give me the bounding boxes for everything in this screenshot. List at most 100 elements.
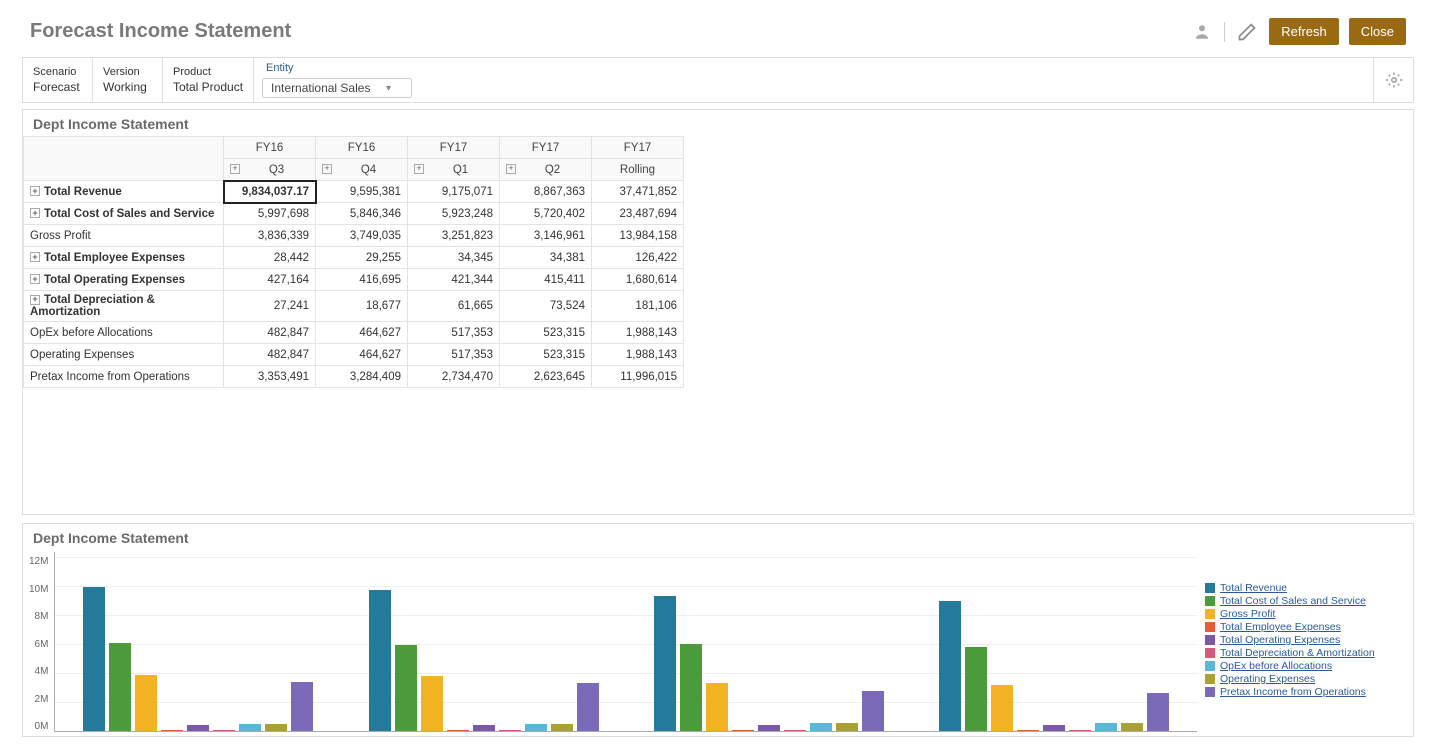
legend-item[interactable]: Gross Profit	[1205, 608, 1403, 620]
chart-bar[interactable]	[395, 645, 417, 731]
chart-bar[interactable]	[213, 730, 235, 731]
legend-item[interactable]: Total Revenue	[1205, 582, 1403, 594]
legend-label[interactable]: Total Employee Expenses	[1220, 621, 1341, 633]
data-cell[interactable]: 3,749,035	[316, 225, 408, 247]
data-cell[interactable]: 482,847	[224, 344, 316, 366]
data-cell[interactable]: 13,984,158	[592, 225, 684, 247]
chart-bar[interactable]	[135, 675, 157, 731]
chart-bar[interactable]	[291, 682, 313, 731]
chart-bar[interactable]	[187, 725, 209, 731]
chart-bar[interactable]	[577, 683, 599, 731]
chart-bar[interactable]	[1017, 730, 1039, 731]
legend-label[interactable]: Operating Expenses	[1220, 673, 1315, 685]
data-cell[interactable]: 9,595,381	[316, 181, 408, 203]
data-cell[interactable]: 523,315	[500, 322, 592, 344]
data-cell[interactable]: 34,345	[408, 247, 500, 269]
chart-bar[interactable]	[1147, 693, 1169, 731]
data-cell[interactable]: 2,623,645	[500, 366, 592, 388]
data-cell[interactable]: 73,524	[500, 291, 592, 322]
data-cell[interactable]: 126,422	[592, 247, 684, 269]
data-cell[interactable]: 181,106	[592, 291, 684, 322]
row-header[interactable]: Gross Profit	[24, 225, 224, 247]
refresh-button[interactable]: Refresh	[1269, 18, 1339, 45]
expand-icon[interactable]: +	[322, 164, 332, 174]
chart-bar[interactable]	[991, 685, 1013, 731]
chart-bar[interactable]	[836, 723, 858, 731]
close-button[interactable]: Close	[1349, 18, 1406, 45]
data-cell[interactable]: 3,284,409	[316, 366, 408, 388]
legend-label[interactable]: Total Depreciation & Amortization	[1220, 647, 1375, 659]
edit-icon[interactable]	[1235, 20, 1259, 44]
data-cell[interactable]: 464,627	[316, 322, 408, 344]
legend-label[interactable]: Total Operating Expenses	[1220, 634, 1340, 646]
data-cell[interactable]: 34,381	[500, 247, 592, 269]
row-header[interactable]: Operating Expenses	[24, 344, 224, 366]
chart-bar[interactable]	[1121, 723, 1143, 731]
chart-bar[interactable]	[369, 590, 391, 731]
data-cell[interactable]: 517,353	[408, 322, 500, 344]
row-header[interactable]: +Total Cost of Sales and Service	[24, 203, 224, 225]
data-cell[interactable]: 415,411	[500, 269, 592, 291]
chart-bar[interactable]	[654, 596, 676, 731]
data-cell[interactable]: 11,996,015	[592, 366, 684, 388]
row-header[interactable]: +Total Depreciation & Amortization	[24, 291, 224, 322]
row-header[interactable]: +Total Revenue	[24, 181, 224, 203]
data-cell[interactable]: 28,442	[224, 247, 316, 269]
data-cell[interactable]: 5,846,346	[316, 203, 408, 225]
data-cell[interactable]: 61,665	[408, 291, 500, 322]
data-cell[interactable]: 9,834,037.17	[224, 181, 316, 203]
chart-bar[interactable]	[473, 725, 495, 731]
legend-item[interactable]: Total Employee Expenses	[1205, 621, 1403, 633]
chart-bar[interactable]	[421, 676, 443, 731]
chart-bar[interactable]	[1095, 723, 1117, 731]
chart-bar[interactable]	[109, 643, 131, 731]
expand-icon[interactable]: +	[30, 186, 40, 196]
legend-label[interactable]: Total Revenue	[1220, 582, 1287, 594]
chart-bar[interactable]	[706, 683, 728, 731]
expand-icon[interactable]: +	[30, 274, 40, 284]
settings-gear-icon[interactable]	[1373, 58, 1413, 102]
legend-label[interactable]: OpEx before Allocations	[1220, 660, 1332, 672]
expand-icon[interactable]: +	[230, 164, 240, 174]
chart-bar[interactable]	[732, 730, 754, 731]
data-cell[interactable]: 416,695	[316, 269, 408, 291]
column-header-period[interactable]: +Q2	[500, 159, 592, 181]
data-cell[interactable]: 523,315	[500, 344, 592, 366]
data-cell[interactable]: 517,353	[408, 344, 500, 366]
data-cell[interactable]: 5,923,248	[408, 203, 500, 225]
chart-bar[interactable]	[83, 587, 105, 731]
chart-bar[interactable]	[525, 724, 547, 731]
data-cell[interactable]: 427,164	[224, 269, 316, 291]
entity-select[interactable]: International Sales ▾	[262, 78, 412, 98]
data-cell[interactable]: 9,175,071	[408, 181, 500, 203]
data-cell[interactable]: 2,734,470	[408, 366, 500, 388]
chart-bar[interactable]	[239, 724, 261, 731]
chart-bar[interactable]	[862, 691, 884, 731]
data-cell[interactable]: 29,255	[316, 247, 408, 269]
data-cell[interactable]: 27,241	[224, 291, 316, 322]
expand-icon[interactable]: +	[30, 295, 40, 305]
data-cell[interactable]: 5,720,402	[500, 203, 592, 225]
expand-icon[interactable]: +	[506, 164, 516, 174]
legend-label[interactable]: Total Cost of Sales and Service	[1220, 595, 1366, 607]
legend-label[interactable]: Pretax Income from Operations	[1220, 686, 1366, 698]
legend-item[interactable]: Total Cost of Sales and Service	[1205, 595, 1403, 607]
column-header-period[interactable]: +Q3	[224, 159, 316, 181]
chart-bar[interactable]	[784, 730, 806, 731]
data-cell[interactable]: 37,471,852	[592, 181, 684, 203]
data-cell[interactable]: 421,344	[408, 269, 500, 291]
data-cell[interactable]: 3,146,961	[500, 225, 592, 247]
data-cell[interactable]: 3,251,823	[408, 225, 500, 247]
chart-bar[interactable]	[551, 724, 573, 731]
column-header-period[interactable]: +Q1	[408, 159, 500, 181]
chart-bar[interactable]	[939, 601, 961, 731]
data-cell[interactable]: 5,997,698	[224, 203, 316, 225]
data-cell[interactable]: 3,353,491	[224, 366, 316, 388]
data-cell[interactable]: 8,867,363	[500, 181, 592, 203]
chart-plot-area[interactable]	[54, 552, 1197, 732]
column-header-period[interactable]: +Q4	[316, 159, 408, 181]
legend-item[interactable]: Total Operating Expenses	[1205, 634, 1403, 646]
row-header[interactable]: OpEx before Allocations	[24, 322, 224, 344]
legend-item[interactable]: Total Depreciation & Amortization	[1205, 647, 1403, 659]
expand-icon[interactable]: +	[30, 252, 40, 262]
